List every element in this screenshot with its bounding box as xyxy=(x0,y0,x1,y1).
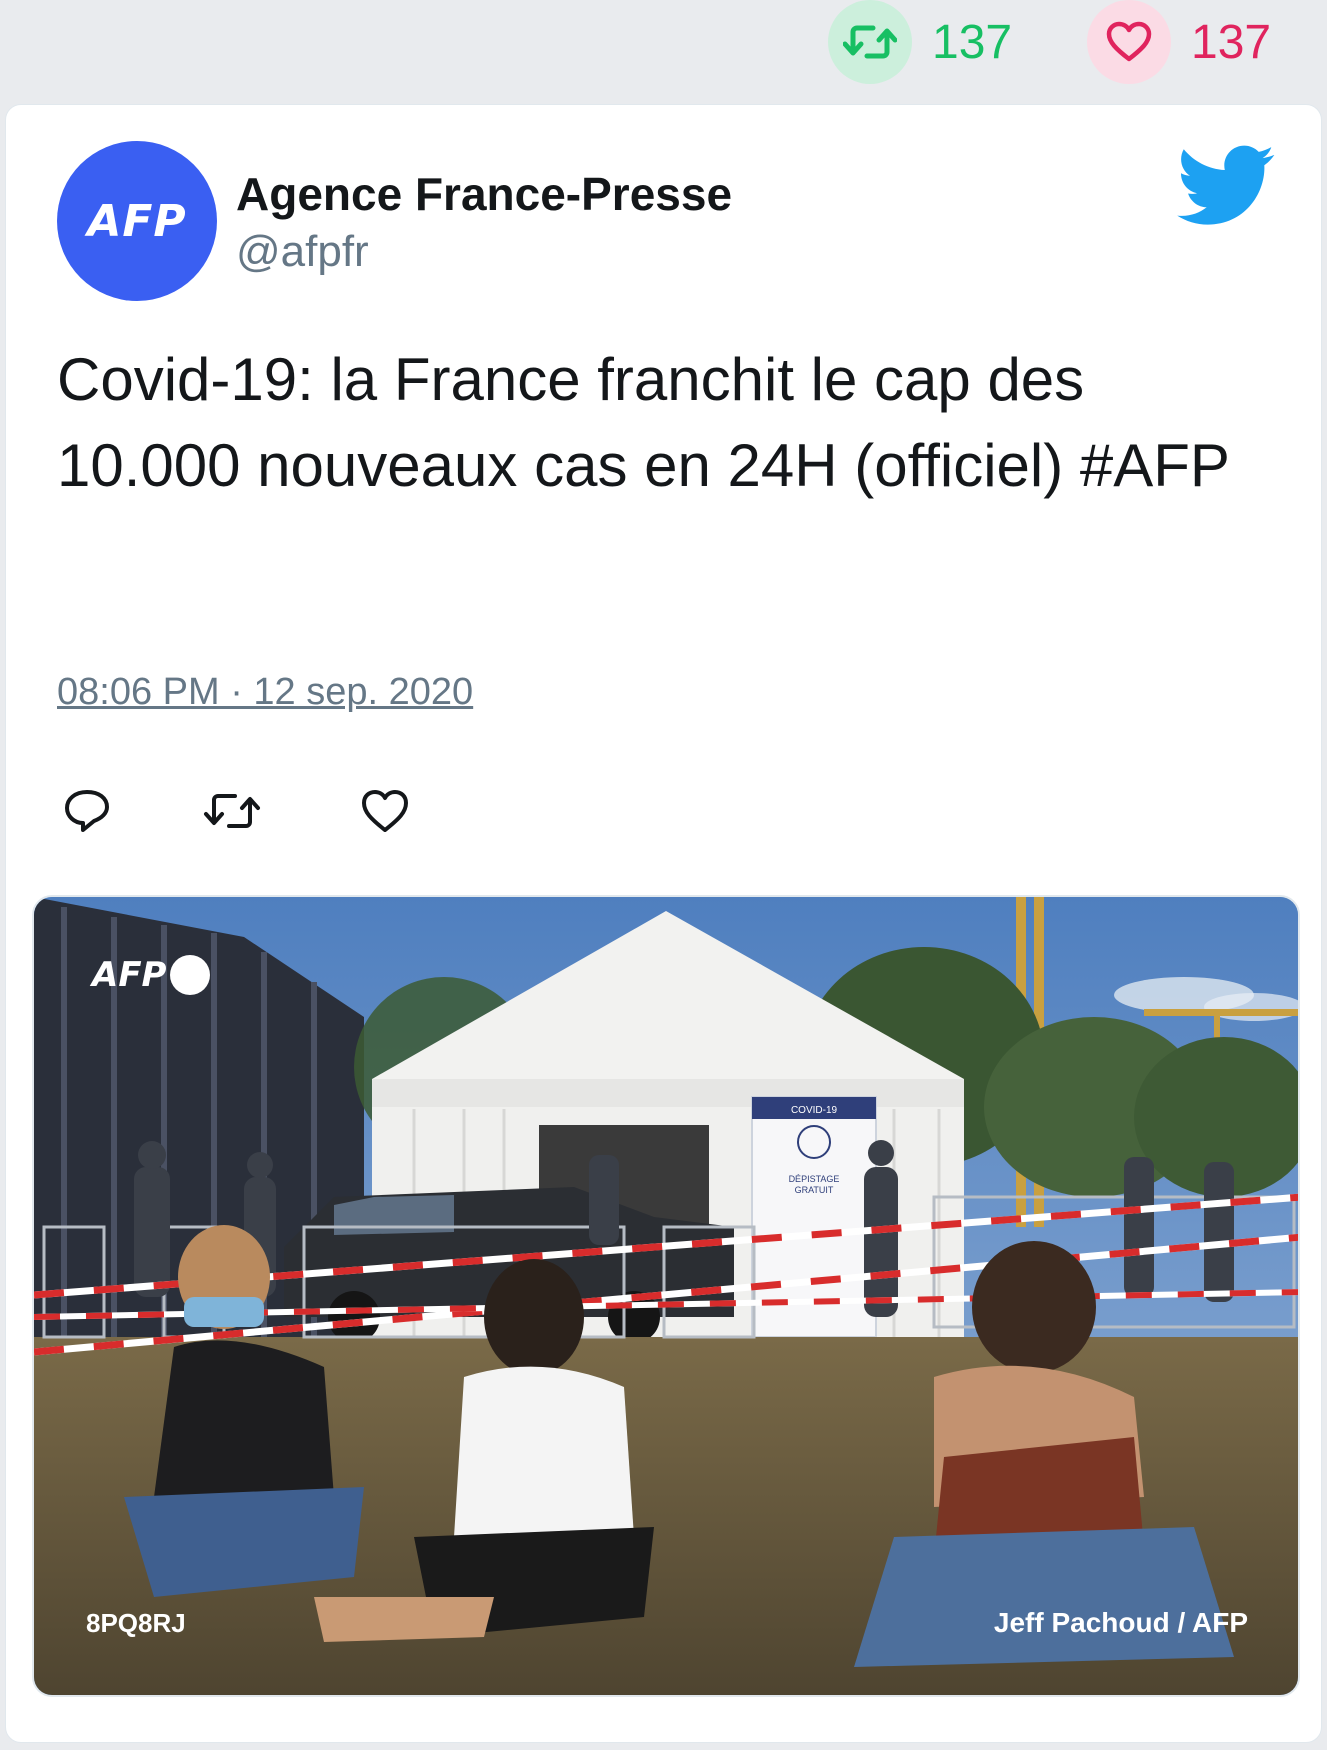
like-stat[interactable]: 137 xyxy=(1087,0,1271,84)
retweet-stat-icon xyxy=(828,0,912,84)
photo-logo-dot xyxy=(170,955,211,995)
retweet-count: 137 xyxy=(932,15,1013,69)
like-count: 137 xyxy=(1191,15,1272,69)
retweet-stat[interactable]: 137 xyxy=(828,0,1012,84)
avatar[interactable]: AFP xyxy=(57,141,217,301)
tweet-timestamp[interactable]: 08:06 PM · 12 sep. 2020 xyxy=(57,671,473,714)
svg-text:GRATUIT: GRATUIT xyxy=(795,1185,834,1195)
tweet-photo[interactable]: COVID-19 DÉPISTAGE GRATUIT AFP 8PQ8RJ Je… xyxy=(32,895,1300,1697)
like-icon[interactable] xyxy=(355,781,415,841)
photo-logo-text: AFP xyxy=(92,955,167,995)
photo-afp-logo: AFP xyxy=(92,955,211,995)
engagement-stats: 137 137 xyxy=(0,0,1327,100)
reply-icon[interactable] xyxy=(57,781,117,841)
photo-id: 8PQ8RJ xyxy=(86,1608,186,1638)
twitter-bird-icon[interactable] xyxy=(1176,145,1276,227)
photo-scene: COVID-19 DÉPISTAGE GRATUIT xyxy=(34,897,1298,1695)
photo-credit: Jeff Pachoud / AFP xyxy=(993,1607,1248,1638)
retweet-icon[interactable] xyxy=(202,781,262,841)
avatar-logo-text: AFP xyxy=(87,195,187,247)
like-stat-icon xyxy=(1087,0,1171,84)
tweet-text: Covid-19: la France franchit le cap des … xyxy=(57,346,1230,499)
author-handle[interactable]: @afpfr xyxy=(236,227,369,277)
tweet-card: AFP Agence France-Presse @afpfr Covid-19… xyxy=(5,104,1322,1743)
author-name[interactable]: Agence France-Presse xyxy=(236,167,732,221)
svg-text:COVID-19: COVID-19 xyxy=(791,1105,838,1116)
tweet-actions xyxy=(57,781,457,841)
svg-text:DÉPISTAGE: DÉPISTAGE xyxy=(789,1174,840,1184)
